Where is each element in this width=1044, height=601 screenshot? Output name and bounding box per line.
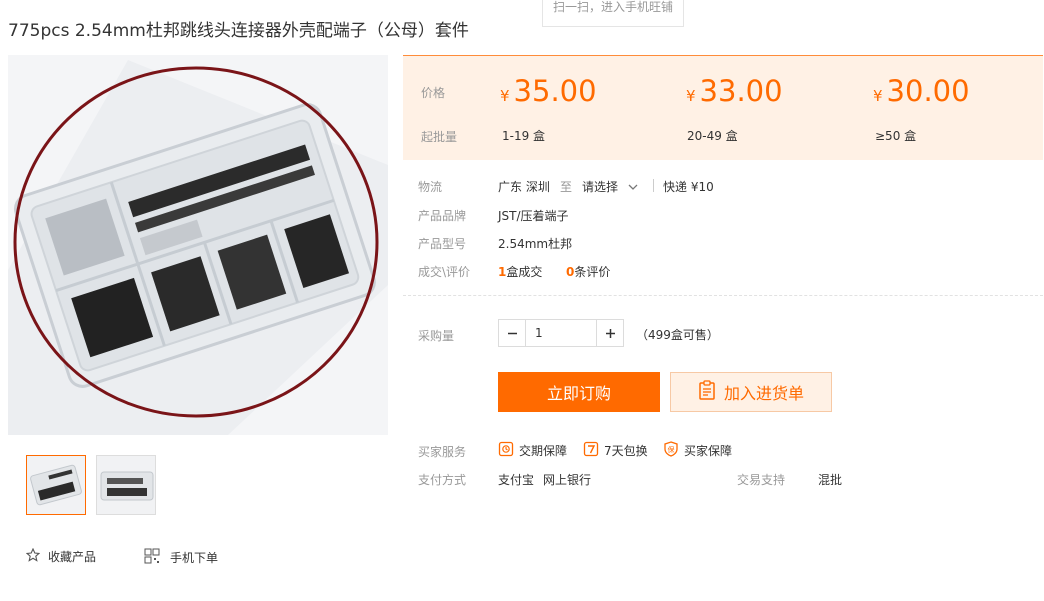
delivery-guarantee-icon xyxy=(498,441,514,460)
increase-quantity-button[interactable] xyxy=(596,320,623,346)
mobile-shop-qr-hint[interactable]: 扫一扫，进入手机旺铺 xyxy=(542,0,684,27)
price-tier-2: ¥33.00 xyxy=(686,74,783,108)
payment-alipay: 支付宝 xyxy=(498,473,535,487)
minus-icon xyxy=(507,332,517,334)
mobile-order[interactable]: 手机下单 xyxy=(144,548,218,567)
separator xyxy=(653,179,654,192)
decrease-quantity-button[interactable] xyxy=(499,320,526,346)
payment-online-bank: 网上银行 xyxy=(543,473,592,487)
destination-select[interactable]: 请选择 xyxy=(582,178,638,195)
product-thumbnail[interactable] xyxy=(96,455,156,515)
add-to-cart-button[interactable]: 加入进货单 xyxy=(670,372,832,412)
section-divider xyxy=(403,295,1043,296)
favorite-product[interactable]: 收藏产品 xyxy=(25,547,97,565)
plus-icon xyxy=(605,328,615,338)
product-photo-illustration xyxy=(8,55,388,435)
svg-text:保: 保 xyxy=(668,445,675,454)
shipping-method: 快递 ¥10 xyxy=(663,180,714,194)
service-7-day-exchange[interactable]: 7天包换 xyxy=(583,441,648,460)
tier-1-range: 1-19 盒 xyxy=(502,129,546,143)
qr-code-icon xyxy=(144,548,160,567)
product-title: 775pcs 2.54mm杜邦跳线头连接器外壳配端子（公母）套件 xyxy=(8,21,469,41)
service-buyer-protection[interactable]: 保 买家保障 xyxy=(663,441,732,460)
reviews-unit: 条评价 xyxy=(574,265,611,279)
shipping-to-word: 至 xyxy=(560,180,573,194)
shipping-label: 物流 xyxy=(418,180,443,194)
price-label: 价格 xyxy=(421,86,446,100)
stock-available: （499盒可售） xyxy=(636,328,719,342)
payment-label: 支付方式 xyxy=(418,473,467,487)
trade-support-label: 交易支持 xyxy=(737,473,786,487)
shipping-from: 广东 深圳 xyxy=(498,180,550,194)
quantity-stepper: 1 xyxy=(498,319,624,347)
deals-info[interactable]: 1盒成交 0条评价 xyxy=(498,263,610,280)
mobile-order-label: 手机下单 xyxy=(170,551,219,565)
chevron-down-icon xyxy=(628,180,638,194)
add-to-cart-label: 加入进货单 xyxy=(723,384,804,403)
brand-label: 产品品牌 xyxy=(418,209,467,223)
model-label: 产品型号 xyxy=(418,237,467,251)
tier-2-range: 20-49 盒 xyxy=(687,129,738,143)
price-panel: 价格 起批量 ¥35.00 ¥33.00 ¥30.00 1-19 盒 20-49… xyxy=(403,55,1043,160)
trade-support-value: 混批 xyxy=(818,473,843,487)
price-tier-3: ¥30.00 xyxy=(873,74,970,108)
seven-day-icon xyxy=(583,441,599,460)
clipboard-icon xyxy=(698,380,716,404)
deals-label: 成交\评价 xyxy=(418,265,471,279)
brand-value: JST/压着端子 xyxy=(498,209,569,223)
buyer-services-label: 买家服务 xyxy=(418,445,467,459)
quantity-label: 采购量 xyxy=(418,329,455,343)
price-tier-1: ¥35.00 xyxy=(500,74,597,108)
moq-label: 起批量 xyxy=(421,130,458,144)
product-thumbnail[interactable] xyxy=(26,455,86,515)
service-delivery-guarantee[interactable]: 交期保障 xyxy=(498,441,567,460)
main-product-image[interactable] xyxy=(8,55,388,435)
quantity-input[interactable]: 1 xyxy=(526,320,596,346)
tier-3-range: ≥50 盒 xyxy=(875,129,917,143)
star-icon xyxy=(25,547,41,565)
shield-icon: 保 xyxy=(663,441,679,460)
deals-unit: 盒成交 xyxy=(506,265,543,279)
favorite-label: 收藏产品 xyxy=(48,550,97,564)
model-value: 2.54mm杜邦 xyxy=(498,237,573,251)
buy-now-button[interactable]: 立即订购 xyxy=(498,372,660,412)
